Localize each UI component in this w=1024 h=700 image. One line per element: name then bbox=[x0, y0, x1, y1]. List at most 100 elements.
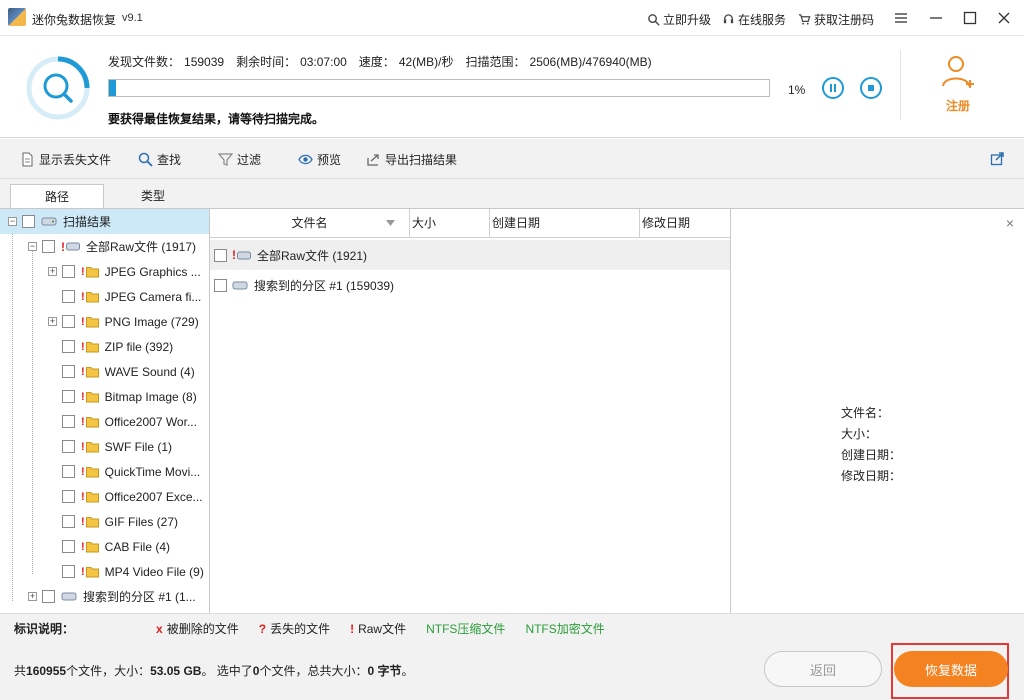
checkbox[interactable] bbox=[214, 248, 227, 262]
export-label: 导出扫描结果 bbox=[385, 153, 458, 167]
file-row[interactable]: 搜索到的分区 #1 (159039) bbox=[210, 270, 730, 300]
tree-item-file-type[interactable]: ! SWF File (1) bbox=[0, 434, 209, 459]
file-name: 全部Raw文件 (1921) bbox=[257, 248, 368, 263]
collapse-toggle[interactable]: − bbox=[8, 217, 17, 226]
tree-item-file-type[interactable]: ! MP4 Video File (9) bbox=[0, 559, 209, 584]
preview-button[interactable]: 预览 bbox=[298, 151, 341, 168]
expand-toggle[interactable]: + bbox=[48, 317, 57, 326]
tree-item-label: 全部Raw文件 (1917) bbox=[86, 240, 197, 254]
checkbox[interactable] bbox=[62, 415, 75, 428]
checkbox[interactable] bbox=[62, 515, 75, 528]
drive-icon bbox=[66, 242, 80, 251]
checkbox[interactable] bbox=[62, 440, 75, 453]
folder-icon bbox=[85, 342, 99, 353]
scan-progress-bar bbox=[108, 79, 770, 97]
tab-type[interactable]: 类型 bbox=[106, 184, 200, 209]
status-summary: 共160955个文件，大小：53.05 GB。 选中了0个文件，总共大小：0 字… bbox=[14, 662, 414, 679]
column-modified[interactable]: 修改日期 bbox=[640, 209, 730, 238]
folder-icon bbox=[85, 317, 99, 328]
pause-button[interactable] bbox=[822, 77, 844, 99]
column-created[interactable]: 创建日期 bbox=[490, 209, 640, 238]
filter-button[interactable]: 过滤 bbox=[218, 151, 261, 168]
directory-tree: − 扫描结果 − ! 全部Raw文件 (1917) +! JPEG Graphic… bbox=[0, 208, 210, 613]
checkbox[interactable] bbox=[62, 265, 75, 278]
tree-item-file-type[interactable]: ! Office2007 Wor... bbox=[0, 409, 209, 434]
online-service-link[interactable]: 在线服务 bbox=[722, 11, 786, 28]
tab-path[interactable]: 路径 bbox=[10, 184, 104, 209]
find-button[interactable]: 查找 bbox=[138, 151, 181, 168]
column-size[interactable]: 大小 bbox=[410, 209, 490, 238]
checkbox[interactable] bbox=[214, 278, 227, 292]
speed-value: 42(MB)/秒 bbox=[398, 55, 454, 69]
speed-label: 速度： bbox=[358, 55, 395, 69]
checkbox[interactable] bbox=[42, 240, 55, 253]
column-label: 文件名 bbox=[291, 216, 328, 230]
column-filename[interactable]: 文件名 bbox=[210, 209, 410, 238]
search-icon bbox=[138, 152, 153, 167]
checkbox[interactable] bbox=[62, 315, 75, 328]
get-code-link[interactable]: 获取注册码 bbox=[798, 11, 874, 28]
raw-mark-icon: ! bbox=[81, 465, 85, 478]
tree-item-all-raw[interactable]: − ! 全部Raw文件 (1917) bbox=[0, 234, 209, 259]
drive-icon bbox=[61, 592, 77, 601]
file-row[interactable]: ! 全部Raw文件 (1921) bbox=[210, 240, 730, 270]
show-lost-files-button[interactable]: 显示丢失文件 bbox=[20, 151, 111, 168]
tree-item-scan-results[interactable]: − 扫描结果 bbox=[0, 209, 209, 234]
tree-item-file-type[interactable]: ! JPEG Camera fi... bbox=[0, 284, 209, 309]
remaining-label: 剩余时间： bbox=[236, 55, 297, 69]
checkbox[interactable] bbox=[62, 465, 75, 478]
checkbox[interactable] bbox=[62, 540, 75, 553]
tree-item-file-type[interactable]: ! GIF Files (27) bbox=[0, 509, 209, 534]
total-size: 53.05 GB bbox=[150, 664, 202, 678]
filter-funnel-icon bbox=[218, 153, 233, 166]
raw-mark-icon: ! bbox=[81, 440, 85, 453]
tree-item-file-type[interactable]: +! PNG Image (729) bbox=[0, 309, 209, 334]
checkbox[interactable] bbox=[22, 215, 35, 228]
tree-item-label: 搜索到的分区 #1 (1... bbox=[83, 590, 196, 604]
menu-button[interactable] bbox=[891, 8, 911, 28]
folder-icon bbox=[85, 567, 99, 578]
tree-item-file-type[interactable]: ! WAVE Sound (4) bbox=[0, 359, 209, 384]
drive-icon bbox=[237, 251, 251, 259]
expand-toggle[interactable]: + bbox=[28, 592, 37, 601]
maximize-button[interactable] bbox=[960, 8, 980, 28]
search-key-icon bbox=[648, 14, 660, 26]
tree-item-file-type[interactable]: ! CAB File (4) bbox=[0, 534, 209, 559]
collapse-toggle[interactable]: − bbox=[28, 242, 37, 251]
tree-item-file-type[interactable]: ! Office2007 Exce... bbox=[0, 484, 209, 509]
scan-stats: 发现文件数： 159039 剩余时间： 03:07:00 速度： 42(MB)/秒 扫描范围… bbox=[108, 53, 656, 70]
expand-toggle[interactable]: + bbox=[48, 267, 57, 276]
tree-item-file-type[interactable]: +! JPEG Graphics ... bbox=[0, 259, 209, 284]
checkbox[interactable] bbox=[62, 365, 75, 378]
close-button[interactable] bbox=[994, 8, 1014, 28]
close-preview-icon[interactable]: × bbox=[1006, 215, 1014, 231]
checkbox[interactable] bbox=[62, 390, 75, 403]
legend-bar: 标识说明： x 被删除的文件 ? 丢失的文件 ! Raw文件 NTFS压缩文件 NTF… bbox=[0, 613, 1024, 643]
tree-item-partition[interactable]: + 搜索到的分区 #1 (1... bbox=[0, 584, 209, 609]
recover-button[interactable]: 恢复数据 bbox=[894, 651, 1008, 687]
register-button[interactable]: 注册 bbox=[930, 52, 986, 122]
raw-mark-icon: ! bbox=[81, 365, 85, 378]
checkbox[interactable] bbox=[62, 490, 75, 503]
tree-item-label: ZIP file (392) bbox=[104, 339, 174, 354]
stop-button[interactable] bbox=[860, 77, 882, 99]
raw-mark-icon: ! bbox=[81, 540, 85, 553]
raw-mark-icon: ! bbox=[81, 315, 85, 328]
minimize-button[interactable] bbox=[926, 8, 946, 28]
tree-item-file-type[interactable]: ! Bitmap Image (8) bbox=[0, 384, 209, 409]
share-button[interactable] bbox=[990, 151, 1005, 166]
checkbox[interactable] bbox=[42, 590, 55, 603]
checkbox[interactable] bbox=[62, 565, 75, 578]
file-list: 文件名 大小 创建日期 修改日期 ! 全部Raw文件 (1921) 搜索到的分区… bbox=[210, 208, 730, 613]
checkbox[interactable] bbox=[62, 340, 75, 353]
folder-icon bbox=[85, 442, 99, 453]
back-button[interactable]: 返回 bbox=[764, 651, 882, 687]
upgrade-link[interactable]: 立即升级 bbox=[647, 11, 711, 28]
pause-icon bbox=[830, 84, 836, 92]
export-results-button[interactable]: 导出扫描结果 bbox=[366, 151, 457, 168]
progress-fill bbox=[109, 80, 116, 96]
checkbox[interactable] bbox=[62, 290, 75, 303]
tree-item-file-type[interactable]: ! QuickTime Movi... bbox=[0, 459, 209, 484]
tree-item-file-type[interactable]: ! ZIP file (392) bbox=[0, 334, 209, 359]
raw-mark-icon: ! bbox=[81, 415, 85, 428]
